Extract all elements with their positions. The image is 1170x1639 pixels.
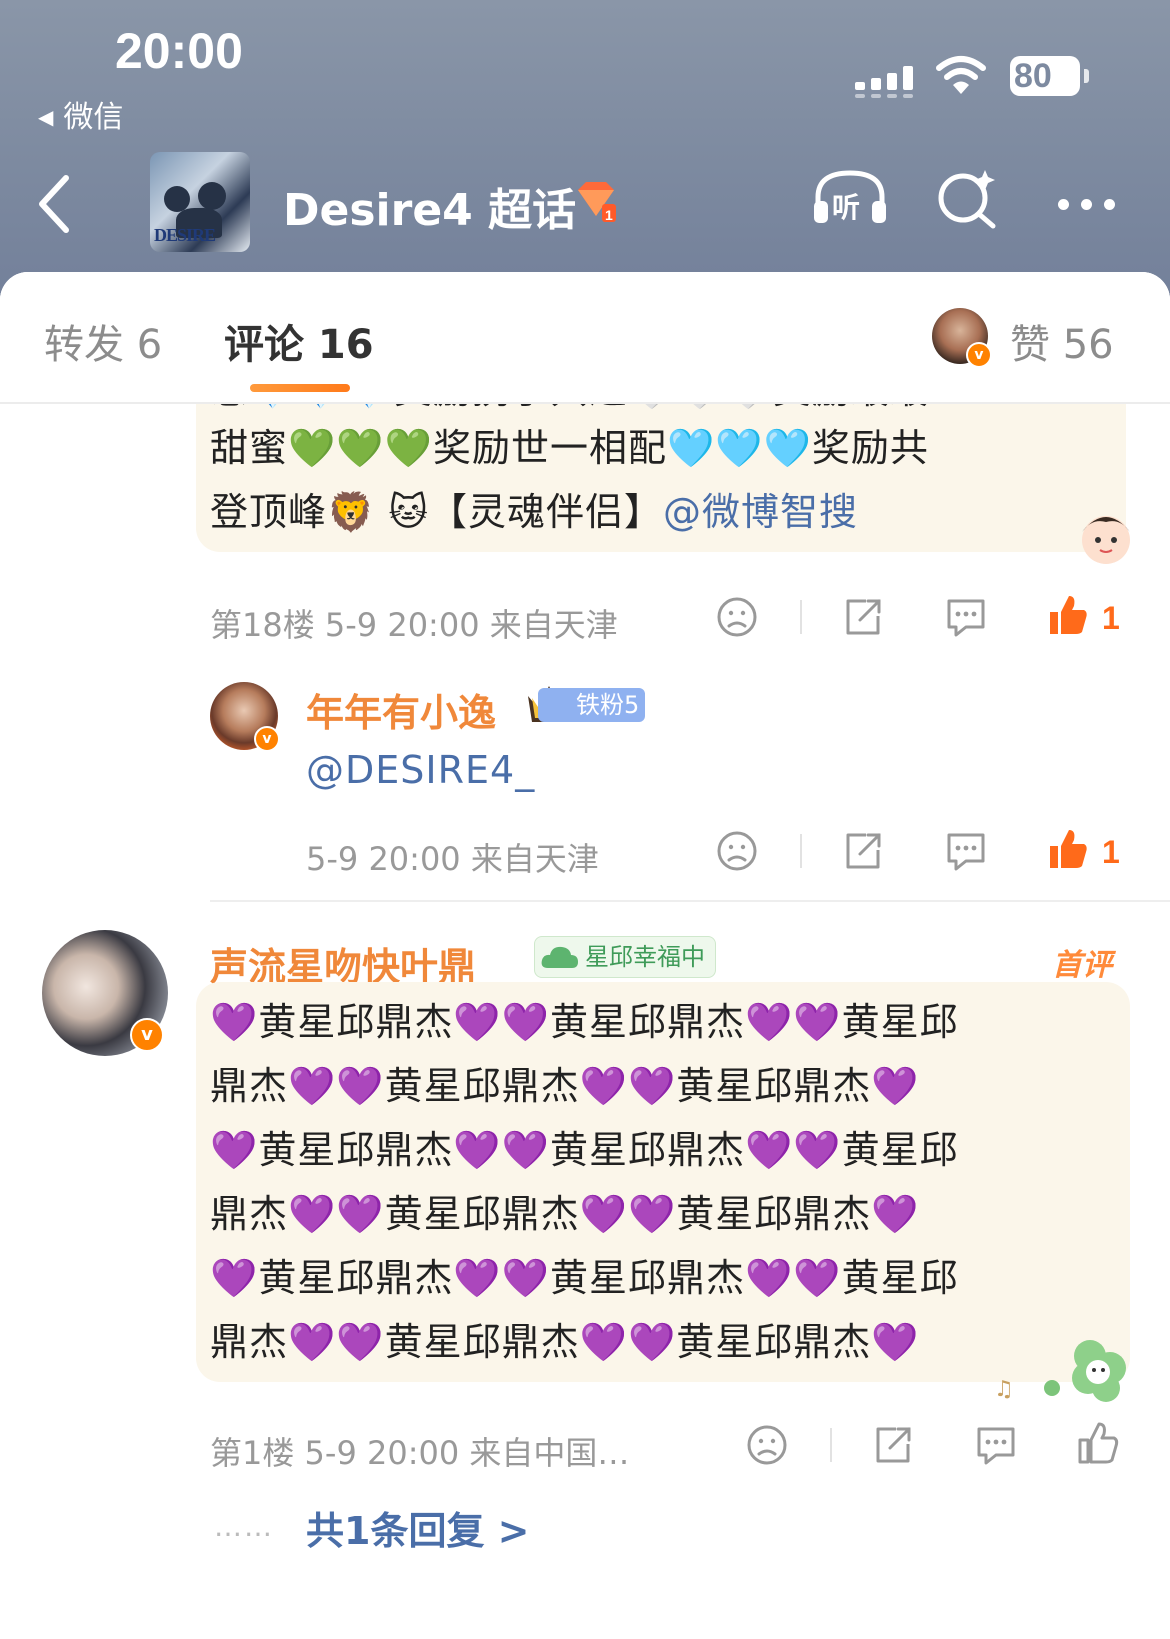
- comment-line: 💜黄星邱鼎杰💜💜黄星邱鼎杰💜💜黄星邱: [210, 1000, 959, 1044]
- mention-link[interactable]: @DESIRE4_: [306, 738, 535, 802]
- reply-indent-dots: ……: [214, 1510, 274, 1543]
- like-thumb-icon[interactable]: [1076, 1420, 1120, 1466]
- like-thumb-icon[interactable]: [1046, 826, 1090, 872]
- comment-divider: [210, 900, 1170, 902]
- status-time: 20:00: [115, 23, 243, 79]
- cloud-icon: [541, 946, 578, 968]
- topic-header: 20:00 ◀ 微信 80 DESIRE Desire4 超话 1 听: [0, 0, 1170, 300]
- dislike-face-icon[interactable]: [716, 830, 758, 872]
- comment-icon[interactable]: [974, 1424, 1018, 1466]
- back-to-app-link[interactable]: ◀ 微信: [38, 92, 123, 136]
- tab-bar: 转发 6 评论 16 v 赞 56: [0, 272, 1170, 404]
- share-icon[interactable]: [842, 830, 884, 872]
- tab-comments[interactable]: 评论 16: [224, 312, 374, 370]
- action-divider: [800, 834, 802, 868]
- tab-likes[interactable]: 赞 56: [1010, 312, 1114, 370]
- verified-badge-icon: v: [254, 726, 280, 752]
- sticker-icon: [1082, 516, 1130, 564]
- like-count: 1: [1102, 834, 1120, 870]
- search-icon[interactable]: [935, 168, 999, 230]
- comment-sheet: 转发 6 评论 16 v 赞 56 志💎💎💎奖励携手共进🤍🤍🤍奖励最最 甜蜜💚💚…: [0, 272, 1170, 1639]
- fan-level-badge: 铁粉5: [538, 688, 646, 722]
- dislike-face-icon[interactable]: [716, 596, 758, 638]
- user-avatar[interactable]: v: [210, 682, 280, 752]
- first-comment-tag: 首评: [1052, 948, 1112, 983]
- liker-avatar: v: [932, 308, 992, 368]
- back-app-label: 微信: [63, 100, 124, 135]
- view-replies-link[interactable]: 共1条回复 >: [306, 1500, 530, 1555]
- share-icon[interactable]: [842, 596, 884, 638]
- wifi-icon: [936, 56, 986, 94]
- like-thumb-icon[interactable]: [1046, 592, 1090, 638]
- comment-line: 登顶峰🦁 🐱【灵魂伴侣】@微博智搜: [210, 490, 859, 534]
- comment-line: 鼎杰💜💜黄星邱鼎杰💜💜黄星邱鼎杰💜: [210, 1192, 920, 1236]
- mention-link[interactable]: @微博智搜: [663, 490, 858, 534]
- comment-meta: 第18楼 5-9 20:00 来自天津: [210, 606, 618, 644]
- comment-username[interactable]: 年年有小逸: [306, 682, 496, 737]
- dislike-face-icon[interactable]: [746, 1424, 788, 1466]
- share-icon[interactable]: [872, 1424, 914, 1466]
- like-count: 1: [1102, 600, 1120, 636]
- topic-cover-image[interactable]: DESIRE: [150, 152, 250, 252]
- svg-text:♫: ♫: [994, 1377, 1014, 1402]
- topic-title: Desire4 超话: [283, 185, 577, 236]
- battery-indicator: 80: [1010, 56, 1089, 96]
- comment-line: 鼎杰💜💜黄星邱鼎杰💜💜黄星邱鼎杰💜: [210, 1064, 920, 1108]
- comment-icon[interactable]: [944, 830, 988, 872]
- comment-meta: 第1楼 5-9 20:00 来自中国…: [210, 1434, 630, 1472]
- comment-line: 💜黄星邱鼎杰💜💜黄星邱鼎杰💜💜黄星邱: [210, 1128, 959, 1172]
- user-avatar[interactable]: v: [42, 930, 168, 1056]
- more-icon[interactable]: [1058, 195, 1127, 214]
- back-arrow-icon[interactable]: [34, 172, 74, 236]
- svg-text:听: 听: [832, 191, 860, 224]
- tab-repost[interactable]: 转发 6: [44, 312, 162, 370]
- action-divider: [830, 1428, 832, 1462]
- comment-line: 鼎杰💜💜黄星邱鼎杰💜💜黄星邱鼎杰💜: [210, 1320, 920, 1364]
- level-gem-icon: 1: [578, 182, 616, 223]
- verified-badge-icon: v: [130, 1018, 164, 1052]
- comment-line: 💜黄星邱鼎杰💜💜黄星邱鼎杰💜💜黄星邱: [210, 1256, 959, 1300]
- back-triangle-icon: ◀: [38, 105, 54, 129]
- cover-text: DESIRE: [154, 225, 216, 245]
- signal-icon: [855, 58, 917, 98]
- clover-sticker-icon: ♫: [994, 1340, 1126, 1402]
- listen-icon[interactable]: 听: [810, 167, 890, 227]
- svg-text:1: 1: [605, 207, 613, 223]
- comment-icon[interactable]: [947, 599, 985, 637]
- action-divider: [800, 600, 802, 634]
- verified-badge-icon: v: [966, 342, 992, 368]
- comment-meta: 5-9 20:00 来自天津: [306, 840, 599, 878]
- active-tab-indicator: [250, 384, 350, 392]
- comment-line: 甜蜜💚💚💚奖励世一相配🩵🩵🩵奖励共: [210, 426, 929, 470]
